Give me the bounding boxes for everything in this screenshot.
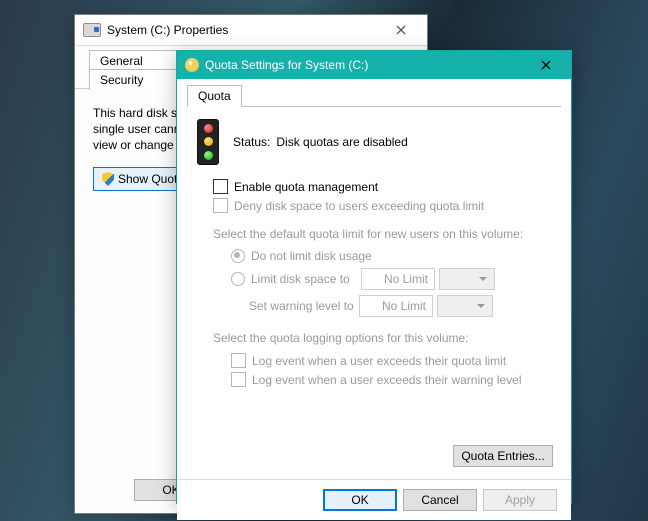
status-value: Disk quotas are disabled xyxy=(276,135,407,149)
quota-content: Status: Disk quotas are disabled Enable … xyxy=(177,107,571,479)
close-icon xyxy=(541,60,551,70)
limit-value-input: No Limit xyxy=(361,268,435,290)
no-limit-label: Do not limit disk usage xyxy=(251,249,372,263)
deny-space-row: Deny disk space to users exceeding quota… xyxy=(213,198,553,213)
limit-to-row: Limit disk space to No Limit xyxy=(231,268,553,290)
log-quota-checkbox xyxy=(231,353,246,368)
limit-unit-select xyxy=(439,268,495,290)
quota-ok-button[interactable]: OK xyxy=(323,489,397,511)
warning-level-row: Set warning level to No Limit xyxy=(231,295,553,317)
enable-quota-checkbox[interactable] xyxy=(213,179,228,194)
quota-settings-window: Quota Settings for System (C:) Quota Sta… xyxy=(176,50,572,504)
no-limit-row: Do not limit disk usage xyxy=(231,249,553,263)
tab-general[interactable]: General xyxy=(89,50,177,71)
warning-unit-select xyxy=(437,295,493,317)
limit-to-radio xyxy=(231,272,245,286)
quota-tabstrip: Quota xyxy=(177,79,571,107)
tab-quota[interactable]: Quota xyxy=(187,85,242,108)
enable-quota-row[interactable]: Enable quota management xyxy=(213,179,553,194)
logging-section-label: Select the quota logging options for thi… xyxy=(213,331,553,345)
deny-space-checkbox xyxy=(213,198,228,213)
close-icon xyxy=(396,25,406,35)
properties-title: System (C:) Properties xyxy=(107,23,381,37)
drive-icon xyxy=(83,23,101,37)
log-quota-row: Log event when a user exceeds their quot… xyxy=(231,353,553,368)
quota-titlebar[interactable]: Quota Settings for System (C:) xyxy=(177,51,571,79)
warning-level-label: Set warning level to xyxy=(249,299,359,313)
log-warning-checkbox xyxy=(231,372,246,387)
quota-entries-button[interactable]: Quota Entries... xyxy=(453,445,553,467)
deny-space-label: Deny disk space to users exceeding quota… xyxy=(234,199,484,213)
warning-value-input: No Limit xyxy=(359,295,433,317)
show-quota-label: Show Quota xyxy=(118,172,184,186)
limit-to-label: Limit disk space to xyxy=(251,272,361,286)
traffic-light-icon xyxy=(197,119,219,165)
log-warning-row: Log event when a user exceeds their warn… xyxy=(231,372,553,387)
log-quota-label: Log event when a user exceeds their quot… xyxy=(252,354,506,368)
enable-quota-label: Enable quota management xyxy=(234,180,378,194)
quota-title: Quota Settings for System (C:) xyxy=(205,58,525,72)
tab-security[interactable]: Security xyxy=(89,69,181,90)
default-limit-section-label: Select the default quota limit for new u… xyxy=(213,227,553,241)
quota-dialog-button-row: OK Cancel Apply xyxy=(177,479,571,520)
status-row: Status: Disk quotas are disabled xyxy=(197,119,553,165)
log-warning-label: Log event when a user exceeds their warn… xyxy=(252,373,522,387)
no-limit-radio xyxy=(231,249,245,263)
properties-titlebar[interactable]: System (C:) Properties xyxy=(75,15,427,46)
quota-apply-button: Apply xyxy=(483,489,557,511)
properties-close-button[interactable] xyxy=(381,19,421,41)
quota-close-button[interactable] xyxy=(525,55,567,75)
quota-cancel-button[interactable]: Cancel xyxy=(403,489,477,511)
disc-icon xyxy=(185,58,199,72)
status-label: Status: xyxy=(233,135,270,149)
shield-icon xyxy=(102,172,114,186)
